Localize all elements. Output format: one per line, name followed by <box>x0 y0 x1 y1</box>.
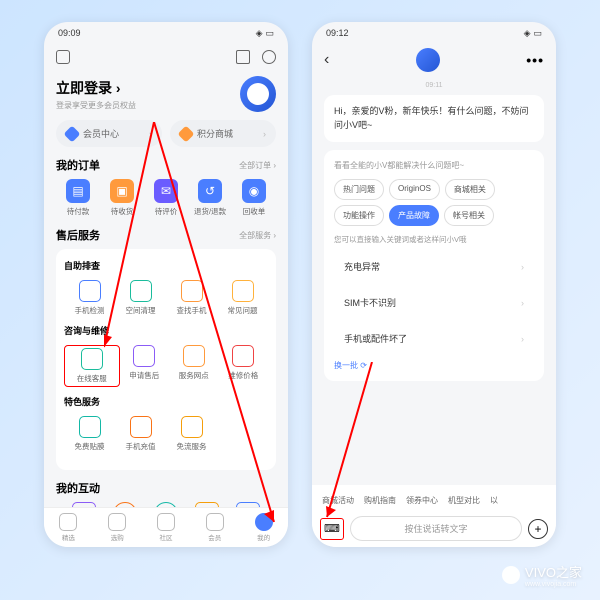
quick-tags: 商城活动 购机指南 领券中心 机型对比 以 <box>320 491 548 510</box>
chip[interactable]: OriginOS <box>389 179 440 200</box>
orders-more[interactable]: 全部订单 › <box>239 160 276 171</box>
svc-item[interactable]: 申请售后 <box>120 345 170 387</box>
status-time: 09:12 <box>326 28 349 38</box>
order-item[interactable]: ▣待收货 <box>100 179 144 217</box>
section-service: 售后服务 <box>56 227 100 243</box>
tab-bar: 精选 选购 社区 会员 我的 <box>44 507 288 547</box>
svc-item[interactable]: 查找手机 <box>166 280 217 316</box>
tab-mine[interactable]: 我的 <box>239 513 288 542</box>
tab-featured[interactable]: 精选 <box>44 513 93 542</box>
service-more[interactable]: 全部服务 › <box>239 230 276 241</box>
options-card: 看看全能的小V都能解决什么问题吧~ 热门问题 OriginOS 商城相关 功能操… <box>324 150 544 381</box>
refresh-button[interactable]: 换一批 ⟳ <box>334 360 534 371</box>
faq-row[interactable]: SIM卡不识别 <box>334 287 534 318</box>
faq-row[interactable]: 充电异常 <box>334 251 534 282</box>
more-icon[interactable]: ••• <box>526 52 544 68</box>
bot-message: Hi，亲爱的V粉，新年快乐！有什么问题，不妨问问小V吧~ <box>324 95 544 142</box>
plus-icon[interactable]: + <box>528 519 548 539</box>
sub-special: 特色服务 <box>64 395 268 408</box>
svc-online-support[interactable]: 在线客服 <box>64 345 120 387</box>
faq-row[interactable]: 手机或配件坏了 <box>334 323 534 354</box>
order-item[interactable]: ◉回收单 <box>232 179 276 217</box>
section-interact: 我的互动 <box>56 480 100 496</box>
tab-member[interactable]: 会员 <box>190 513 239 542</box>
tag[interactable]: 机型对比 <box>448 495 480 506</box>
tag[interactable]: 领券中心 <box>406 495 438 506</box>
chip-active[interactable]: 产品故障 <box>389 205 439 226</box>
pill-member[interactable]: 会员中心› <box>56 120 162 147</box>
tag[interactable]: 购机指南 <box>364 495 396 506</box>
watermark: VIVO之家www.vivojia.com <box>502 562 582 588</box>
tab-community[interactable]: 社区 <box>142 513 191 542</box>
status-time: 09:09 <box>58 28 81 38</box>
message-icon[interactable] <box>262 50 276 64</box>
svc-item[interactable]: 免流服务 <box>166 416 217 452</box>
phone-left: 09:09 ◈▭ 立即登录 › 登录享受更多会员权益 会员中心› 积分商城› 我… <box>44 22 288 547</box>
sub-consult: 咨询与维修 <box>64 324 268 337</box>
svc-item[interactable]: 服务网点 <box>169 345 219 387</box>
cart-icon[interactable] <box>236 50 250 64</box>
sub-selfcheck: 自助排查 <box>64 259 268 272</box>
login-button[interactable]: 立即登录 › 登录享受更多会员权益 <box>56 78 136 111</box>
settings-icon[interactable] <box>56 50 70 64</box>
phone-right: 09:12 ◈▭ ‹ ••• 09:11 Hi，亲爱的V粉，新年快乐！有什么问题… <box>312 22 556 547</box>
svc-item[interactable]: 空间清理 <box>115 280 166 316</box>
back-icon[interactable]: ‹ <box>324 51 329 69</box>
tag[interactable]: 以 <box>490 495 498 506</box>
chip[interactable]: 热门问题 <box>334 179 384 200</box>
battery-icon: ▭ <box>533 28 542 39</box>
pill-points[interactable]: 积分商城› <box>170 120 276 147</box>
voice-input[interactable]: 按住说话转文字 <box>350 516 522 541</box>
keyboard-icon[interactable]: ⌨ <box>320 518 344 540</box>
order-item[interactable]: ▤待付款 <box>56 179 100 217</box>
order-item[interactable]: ↺退货/退款 <box>188 179 232 217</box>
wifi-icon: ◈ <box>256 28 263 39</box>
svc-item[interactable]: 常见问题 <box>217 280 268 316</box>
chip[interactable]: 帐号相关 <box>444 205 494 226</box>
order-item[interactable]: ✉待评价 <box>144 179 188 217</box>
login-subtitle: 登录享受更多会员权益 <box>56 100 136 111</box>
wifi-icon: ◈ <box>524 28 531 39</box>
avatar[interactable] <box>240 76 276 112</box>
orders-grid: ▤待付款 ▣待收货 ✉待评价 ↺退货/退款 ◉回收单 <box>56 179 276 217</box>
battery-icon: ▭ <box>265 28 274 39</box>
tag[interactable]: 商城活动 <box>322 495 354 506</box>
svc-item[interactable]: 手机充值 <box>115 416 166 452</box>
svc-item[interactable]: 免费贴膜 <box>64 416 115 452</box>
bot-avatar <box>416 48 440 72</box>
logo-icon <box>502 566 520 584</box>
svc-item[interactable]: 维修价格 <box>219 345 269 387</box>
status-bar: 09:09 ◈▭ <box>44 22 288 44</box>
chat-timestamp: 09:11 <box>324 82 544 89</box>
section-orders: 我的订单 <box>56 157 100 173</box>
svc-item[interactable]: 手机检测 <box>64 280 115 316</box>
chip[interactable]: 功能操作 <box>334 205 384 226</box>
status-bar: 09:12 ◈▭ <box>312 22 556 44</box>
tab-shop[interactable]: 选购 <box>93 513 142 542</box>
chip[interactable]: 商城相关 <box>445 179 495 200</box>
